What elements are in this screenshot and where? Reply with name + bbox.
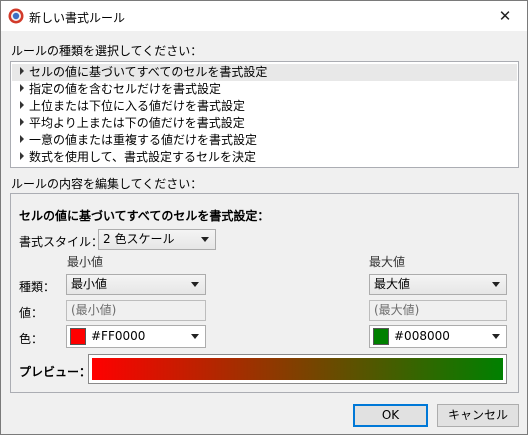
rule-type-item-label: 一意の値または重複する値だけを書式設定 (29, 133, 258, 147)
max-color-picker[interactable]: #008000 (369, 325, 507, 348)
min-color-swatch (70, 328, 86, 345)
app-icon (8, 8, 24, 24)
rule-type-list: セルの値に基づいてすべてのセルを書式設定 指定の値を含むセルだけを書式設定 上位… (10, 61, 519, 168)
rule-type-item-label: セルの値に基づいてすべてのセルを書式設定 (29, 65, 268, 79)
color-scale-preview (92, 358, 503, 380)
rule-type-item[interactable]: 平均より上または下の値だけを書式設定 (12, 115, 517, 132)
triangle-right-icon (20, 101, 24, 109)
min-type-dropdown[interactable]: 最小値 (66, 274, 206, 295)
chevron-down-icon (492, 334, 500, 339)
min-color-value: #FF0000 (91, 329, 146, 343)
ok-button[interactable]: OK (353, 404, 428, 427)
rule-type-item[interactable]: セルの値に基づいてすべてのセルを書式設定 (12, 64, 517, 81)
triangle-right-icon (20, 84, 24, 92)
new-format-rule-dialog: 新しい書式ルール ✕ ルールの種類を選択してください： セルの値に基づいてすべて… (0, 0, 528, 435)
format-style-value: 2 色スケール (103, 232, 175, 246)
rule-type-item[interactable]: 数式を使用して、書式設定するセルを決定 (12, 149, 517, 166)
rule-description-label: ルールの内容を編集してください： (11, 177, 203, 191)
max-type-dropdown[interactable]: 最大値 (369, 274, 507, 295)
type-label: 種類： (19, 280, 56, 294)
triangle-right-icon (20, 135, 24, 143)
chevron-down-icon (201, 237, 209, 242)
minimum-header: 最小値 (67, 255, 104, 269)
preview-box (88, 354, 507, 384)
preview-label: プレビュー： (19, 365, 92, 379)
maximum-header: 最大値 (369, 255, 406, 269)
rule-type-item[interactable]: 上位または下位に入る値だけを書式設定 (12, 98, 517, 115)
min-type-value: 最小値 (71, 277, 108, 291)
rule-type-item-label: 平均より上または下の値だけを書式設定 (29, 116, 245, 130)
rule-heading: セルの値に基づいてすべてのセルを書式設定： (19, 209, 270, 223)
max-value-input[interactable]: (最大値) (369, 300, 507, 321)
title-bar: 新しい書式ルール ✕ (1, 1, 527, 31)
min-color-picker[interactable]: #FF0000 (66, 325, 206, 348)
rule-description-panel: セルの値に基づいてすべてのセルを書式設定： 書式スタイル： 2 色スケール 最小… (10, 193, 519, 393)
min-value-input[interactable]: (最小値) (66, 300, 206, 321)
format-style-label: 書式スタイル： (19, 235, 104, 249)
rule-type-item-label: 上位または下位に入る値だけを書式設定 (29, 99, 246, 113)
triangle-right-icon (20, 152, 24, 160)
max-color-swatch (373, 328, 389, 345)
close-button[interactable]: ✕ (483, 1, 527, 31)
format-style-dropdown[interactable]: 2 色スケール (98, 229, 216, 250)
rule-type-item[interactable]: 指定の値を含むセルだけを書式設定 (12, 81, 517, 98)
triangle-right-icon (20, 118, 24, 126)
value-label: 値： (19, 306, 44, 320)
close-icon: ✕ (498, 7, 512, 25)
rule-type-item-label: 数式を使用して、書式設定するセルを決定 (29, 150, 257, 164)
max-type-value: 最大値 (374, 277, 411, 291)
rule-type-item-label: 指定の値を含むセルだけを書式設定 (29, 82, 222, 96)
color-label: 色： (19, 332, 44, 346)
cancel-button[interactable]: キャンセル (437, 404, 519, 427)
chevron-down-icon (492, 282, 500, 287)
chevron-down-icon (191, 282, 199, 287)
triangle-right-icon (20, 67, 24, 75)
max-color-value: #008000 (394, 329, 450, 343)
rule-type-item[interactable]: 一意の値または重複する値だけを書式設定 (12, 132, 517, 149)
rule-type-label: ルールの種類を選択してください： (11, 44, 203, 58)
chevron-down-icon (191, 334, 199, 339)
window-title: 新しい書式ルール (29, 11, 126, 25)
